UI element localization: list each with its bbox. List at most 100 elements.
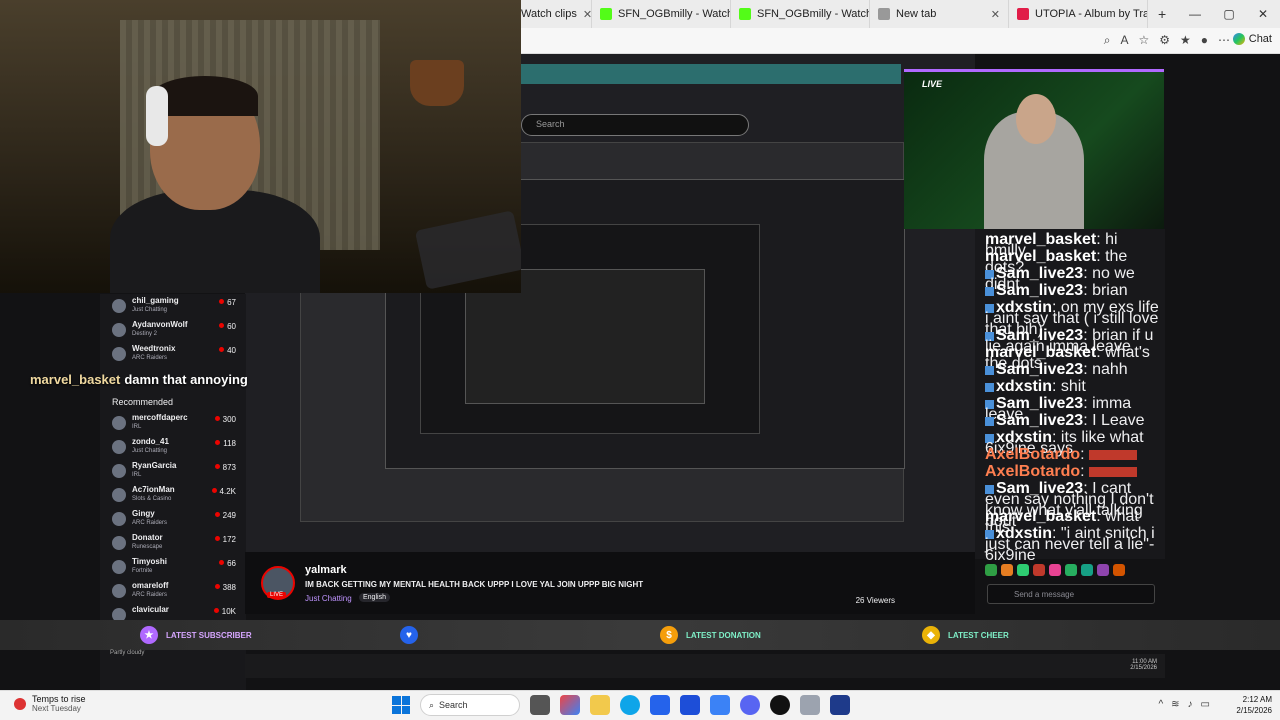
channel-game: Runescape [132,544,163,550]
battery-icon[interactable]: ▭ [1201,699,1210,710]
badge-icon [985,366,994,375]
emote-icon[interactable] [1081,564,1093,576]
avatar [112,440,126,454]
close-icon[interactable]: ✕ [991,8,1000,21]
sidebar-channel[interactable]: mercoffdaperc IRL 300 [110,413,240,437]
stream-category[interactable]: Just Chatting [305,594,352,603]
tab-title: New tab [896,8,937,20]
zoom-icon[interactable]: ⌕ [1104,33,1111,48]
overlay-chat-message: marvel_basket damn that annoying [30,372,248,387]
file-explorer-icon[interactable] [590,695,610,715]
emote-icon[interactable] [1065,564,1077,576]
sidebar-channel[interactable]: zondo_41 Just Chatting 118 [110,437,240,461]
copilot-button[interactable]: Chat [1232,33,1272,45]
emote-icon[interactable] [1033,564,1045,576]
sidebar-channel[interactable]: omareloff ARC Raiders 388 [110,581,240,605]
taskbar-search[interactable]: ⌕ Search [420,694,520,716]
avatar [112,464,126,478]
avatar [112,488,126,502]
copilot-icon[interactable] [560,695,580,715]
chat-username[interactable]: AxelBotardo [985,463,1080,480]
chat-message: AxelBotardo: [985,446,1161,463]
chat-username[interactable]: AxelBotardo [985,446,1080,463]
settings-icon[interactable] [800,695,820,715]
sidebar-channel[interactable]: RyanGarcia IRL 873 [110,461,240,485]
profile-icon[interactable]: ● [1201,33,1208,48]
streamer-name[interactable]: yalmark [305,564,347,576]
avatar [112,512,126,526]
search-placeholder: Search [536,119,565,129]
discord-icon[interactable] [740,695,760,715]
weather-widget[interactable]: Temps to rise Next Tuesday [14,694,86,713]
extensions-icon[interactable]: ⚙ [1159,33,1170,48]
windows-start-icon[interactable] [392,696,410,714]
channel-name: omareloff [132,581,169,590]
favorites-icon[interactable]: ★ [1180,33,1191,48]
read-aloud-icon[interactable]: A [1120,33,1128,48]
system-clock[interactable]: 2:12 AM 2/15/2026 [1236,694,1272,716]
system-tray: ^ ≋ ♪ ▭ [1158,699,1210,710]
emote-icon[interactable] [1049,564,1061,576]
channel-name: Weedtronix [132,344,176,353]
channel-game: Fortnite [132,568,153,574]
send-message-input[interactable]: Send a message [987,584,1155,604]
emote-icon[interactable] [1097,564,1109,576]
weather-alert-icon [14,697,26,710]
sidebar-channel[interactable]: Donator Runescape 172 [110,533,240,557]
channel-name: Ac7ionMan [132,485,175,494]
obs-icon[interactable] [770,695,790,715]
sidebar-channel[interactable]: Gingy ARC Raiders 249 [110,509,240,533]
task-view-icon[interactable] [530,695,550,715]
new-tab-button[interactable]: + [1158,6,1166,22]
sidebar-channel[interactable]: AydanvonWolf Destiny 2 60 [110,320,240,344]
tab-sfn-clips-2[interactable]: SFN_OGBmilly - Watch clips ✕ [731,0,870,28]
store-icon[interactable] [650,695,670,715]
language-tag[interactable]: English [359,593,390,602]
sidebar-channel[interactable]: chil_gaming Just Chatting 67 [110,296,240,320]
kick-icon [600,8,612,20]
weather-title: Temps to rise [32,694,86,704]
tab-watch-clips[interactable]: Watch clips ✕ [521,0,592,28]
tab-utopia[interactable]: UTOPIA - Album by Travis Sc ✕ [1009,0,1148,28]
tab-sfn-clips-1[interactable]: SFN_OGBmilly - Watch clips ✕ [592,0,731,28]
sidebar-channel[interactable]: Ac7ionMan Slots & Casino 4.2K [110,485,240,509]
emote-icon[interactable] [985,564,997,576]
overlay-username: marvel_basket [30,372,121,387]
latest-donation: $ LATEST DONATION [660,623,761,647]
kick-icon [739,8,751,20]
clock-date: 2/15/2026 [1236,706,1272,715]
tab-new-tab[interactable]: New tab ✕ [870,0,1009,28]
chat-username[interactable]: Sam_live23 [996,361,1083,378]
close-window-button[interactable]: ✕ [1246,0,1280,28]
sidebar-channel[interactable]: Timyoshi Fortnite 66 [110,557,240,581]
chat-username[interactable]: Sam_live23 [996,412,1083,429]
search-icon: ⌕ [429,699,435,710]
chevron-up-icon[interactable]: ^ [1158,699,1163,710]
volume-icon[interactable]: ♪ [1188,699,1193,710]
avatar [112,584,126,598]
badge-icon [985,287,994,296]
chat-username[interactable]: Sam_live23 [996,282,1083,299]
avatar [112,323,126,337]
chat-username[interactable]: xdxstin [996,378,1052,395]
dropbox-icon[interactable] [710,695,730,715]
wifi-icon[interactable]: ≋ [1171,699,1179,710]
inner-search-input[interactable]: Search [521,114,749,136]
emote-icon[interactable] [1017,564,1029,576]
viewer-count: 40 [219,346,236,355]
channel-game: Destiny 2 [132,331,158,337]
chat-message: xdxstin: shit [985,378,1161,395]
emote-icon[interactable] [1001,564,1013,576]
favorite-star-icon[interactable]: ☆ [1138,33,1149,48]
sidebar-channel[interactable]: Weedtronix ARC Raiders 40 [110,344,240,368]
streamer-head [1016,94,1056,144]
more-icon[interactable]: ⋯ [1218,33,1230,48]
emote-icon[interactable] [1113,564,1125,576]
outlook-icon[interactable] [680,695,700,715]
channel-game: Slots & Casino [132,496,172,502]
maximize-button[interactable]: ▢ [1212,0,1246,28]
edge-browser-icon[interactable] [620,695,640,715]
minimize-button[interactable]: — [1178,0,1212,28]
app-icon[interactable] [830,695,850,715]
close-icon[interactable]: ✕ [583,8,591,21]
